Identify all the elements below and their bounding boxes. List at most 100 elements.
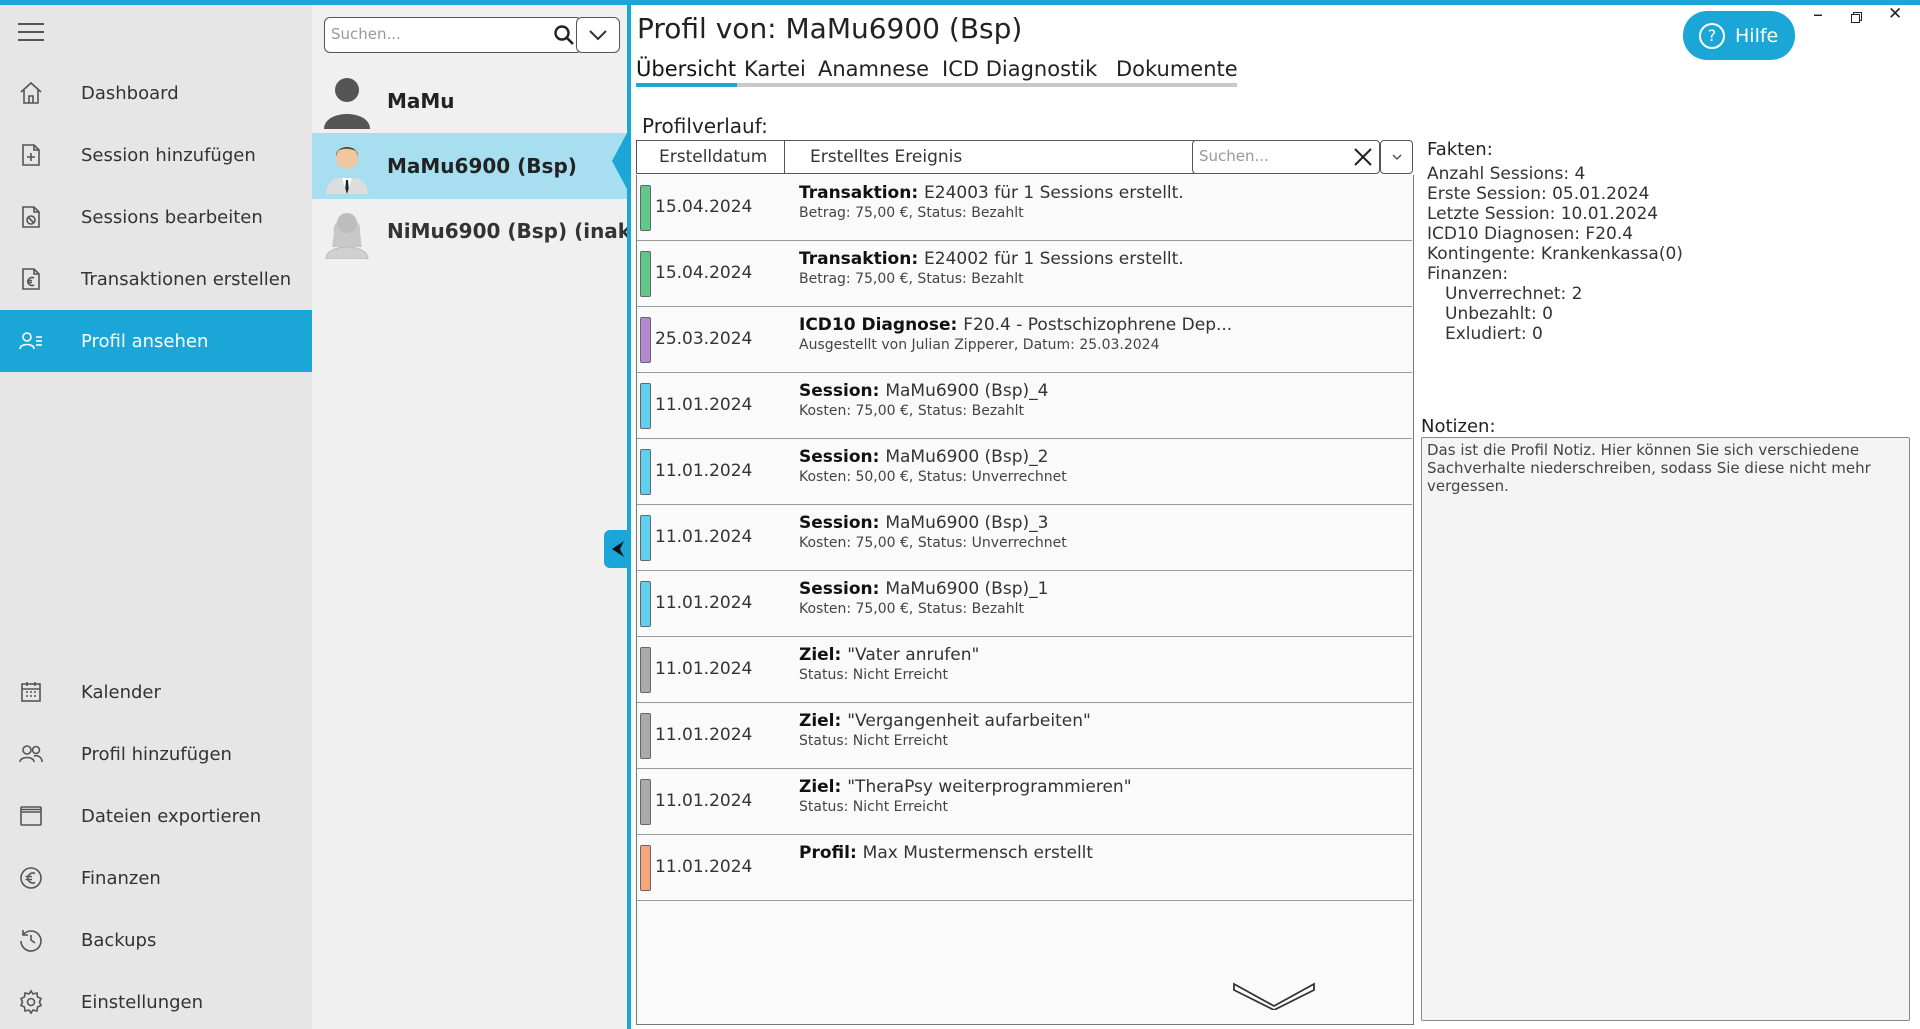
table-row[interactable]: 11.01.2024 Session: MaMu6900 (Bsp)_4 Kos…: [637, 373, 1412, 439]
table-row[interactable]: 11.01.2024 Ziel: "Vater anrufen" Status:…: [637, 637, 1412, 703]
event-title: Profil: Max Mustermensch erstellt: [799, 843, 1093, 863]
table-row[interactable]: 11.01.2024 Session: MaMu6900 (Bsp)_1 Kos…: [637, 571, 1412, 637]
event-title: Session: MaMu6900 (Bsp)_1: [799, 579, 1048, 599]
table-row[interactable]: 11.01.2024 Profil: Max Mustermensch erst…: [637, 835, 1412, 901]
profile-list-item[interactable]: MaMu: [312, 68, 627, 134]
profile-list-item-selected[interactable]: MaMu6900 (Bsp): [312, 133, 627, 199]
sidebar-item-finanzen[interactable]: Finanzen: [0, 847, 312, 909]
sidebar-item-kalender[interactable]: Kalender: [0, 661, 312, 723]
tab-anamnese[interactable]: Anamnese: [818, 57, 929, 81]
sidebar-item-session-hinzufuegen[interactable]: Session hinzufügen: [0, 124, 312, 186]
event-title: ICD10 Diagnose: F20.4 - Postschizophrene…: [799, 315, 1232, 335]
event-color-bar: [640, 845, 651, 891]
event-type: Transaktion: [799, 183, 912, 203]
event-detail: Status: Nicht Erreicht: [799, 733, 949, 749]
history-search-input[interactable]: [1199, 141, 1349, 171]
event-text: E24002 für 1 Sessions erstellt.: [924, 249, 1184, 269]
profile-search-input[interactable]: [331, 18, 536, 50]
table-row[interactable]: 15.04.2024 Transaktion: E24003 für 1 Ses…: [637, 175, 1412, 241]
event-detail: Ausgestellt von Julian Zipperer, Datum: …: [799, 337, 1160, 353]
avatar: [324, 78, 370, 129]
sidebar-item-label: Profil ansehen: [81, 330, 209, 352]
event-date: 25.03.2024: [655, 329, 753, 349]
table-row[interactable]: 15.04.2024 Transaktion: E24002 für 1 Ses…: [637, 241, 1412, 307]
sidebar-item-label: Transaktionen erstellen: [81, 268, 292, 290]
history-icon: [16, 925, 46, 955]
sidebar-item-sessions-bearbeiten[interactable]: Sessions bearbeiten: [0, 186, 312, 248]
profile-name: MaMu6900 (Bsp): [387, 154, 577, 178]
tab-uebersicht[interactable]: Übersicht: [636, 57, 736, 81]
chevron-down-icon: [589, 30, 607, 41]
profile-list-panel: MaMu MaMu6900 (Bsp) NiMu6900 (Bsp) (inak…: [312, 5, 627, 1029]
selection-indicator: [612, 133, 627, 189]
event-type: ICD10 Diagnose: [799, 315, 951, 335]
add-user-icon: [16, 739, 46, 769]
minimize-window-button[interactable]: –: [1813, 2, 1823, 26]
sidebar-item-profil-ansehen[interactable]: Profil ansehen: [0, 310, 312, 372]
search-icon[interactable]: [553, 24, 575, 46]
profile-filter-dropdown[interactable]: [576, 17, 620, 53]
event-color-bar: [640, 185, 651, 231]
table-row[interactable]: 25.03.2024 ICD10 Diagnose: F20.4 - Posts…: [637, 307, 1412, 373]
table-row[interactable]: 11.01.2024 Session: MaMu6900 (Bsp)_2 Kos…: [637, 439, 1412, 505]
help-button[interactable]: ? Hilfe: [1683, 11, 1795, 60]
sidebar-item-label: Profil hinzufügen: [81, 743, 232, 765]
edit-document-icon: [16, 202, 46, 232]
history-filter-dropdown[interactable]: [1380, 140, 1413, 174]
sidebar-item-label: Kalender: [81, 681, 161, 703]
sidebar-item-label: Backups: [81, 929, 157, 951]
scroll-down-icon[interactable]: [1232, 982, 1316, 1010]
sidebar-item-transaktionen-erstellen[interactable]: Transaktionen erstellen: [0, 248, 312, 310]
table-row[interactable]: 11.01.2024 Ziel: "TheraPsy weiterprogram…: [637, 769, 1412, 835]
event-type-colon: :: [834, 645, 848, 665]
table-row[interactable]: 11.01.2024 Session: MaMu6900 (Bsp)_3 Kos…: [637, 505, 1412, 571]
event-color-bar: [640, 515, 651, 561]
event-text: MaMu6900 (Bsp)_2: [885, 447, 1049, 467]
event-type-colon: :: [911, 183, 925, 203]
collapse-panel-button[interactable]: [604, 530, 631, 568]
event-detail: Betrag: 75,00 €, Status: Bezahlt: [799, 271, 1024, 287]
clear-search-icon[interactable]: [1353, 147, 1373, 167]
tab-kartei[interactable]: Kartei: [744, 57, 806, 81]
event-color-bar: [640, 383, 651, 429]
sidebar-item-dateien-exportieren[interactable]: Dateien exportieren: [0, 785, 312, 847]
sidebar-item-einstellungen[interactable]: Einstellungen: [0, 971, 312, 1029]
event-date: 11.01.2024: [655, 791, 753, 811]
sidebar-item-dashboard[interactable]: Dashboard: [0, 62, 312, 124]
column-header-date[interactable]: Erstelldatum: [636, 140, 786, 174]
event-detail: Kosten: 75,00 €, Status: Bezahlt: [799, 403, 1024, 419]
fact-quota: Kontingente: Krankenkassa(0): [1427, 244, 1683, 264]
event-type: Ziel: [799, 777, 835, 797]
home-icon: [16, 78, 46, 108]
fact-icd: ICD10 Diagnosen: F20.4: [1427, 224, 1634, 244]
fact-unbilled: Unverrechnet: 2: [1445, 284, 1583, 304]
event-type-colon: :: [911, 249, 925, 269]
tab-dokumente[interactable]: Dokumente: [1116, 57, 1238, 81]
sidebar-item-backups[interactable]: Backups: [0, 909, 312, 971]
event-type: Session: [799, 579, 873, 599]
profile-list-item[interactable]: NiMu6900 (Bsp) (inaktiv): [312, 198, 627, 264]
event-type-colon: :: [834, 711, 848, 731]
event-type-colon: :: [872, 447, 886, 467]
euro-icon: [16, 863, 46, 893]
column-header-event[interactable]: Erstelltes Ereignis: [784, 140, 1194, 174]
profile-name: NiMu6900 (Bsp) (inaktiv): [387, 219, 627, 243]
maximize-window-button[interactable]: [1851, 8, 1862, 27]
table-row[interactable]: 11.01.2024 Ziel: "Vergangenheit aufarbei…: [637, 703, 1412, 769]
menu-icon[interactable]: [18, 23, 44, 43]
sidebar-item-profil-hinzufuegen[interactable]: Profil hinzufügen: [0, 723, 312, 785]
event-text: "Vergangenheit aufarbeiten": [847, 711, 1091, 731]
event-color-bar: [640, 581, 651, 627]
event-type-colon: :: [849, 843, 863, 863]
event-color-bar: [640, 779, 651, 825]
sidebar: Dashboard Session hinzufügen Sessions be…: [0, 5, 312, 1029]
event-date: 15.04.2024: [655, 263, 753, 283]
fact-finance: Finanzen:: [1427, 264, 1509, 284]
close-window-button[interactable]: ✕: [1888, 4, 1902, 24]
event-color-bar: [640, 317, 651, 363]
event-title: Transaktion: E24003 für 1 Sessions erste…: [799, 183, 1184, 203]
notes-textarea[interactable]: Das ist die Profil Notiz. Hier können Si…: [1421, 437, 1910, 1021]
tab-icd-diagnostik[interactable]: ICD Diagnostik: [942, 57, 1097, 81]
history-title: Profilverlauf:: [642, 114, 768, 138]
avatar: [325, 147, 369, 194]
